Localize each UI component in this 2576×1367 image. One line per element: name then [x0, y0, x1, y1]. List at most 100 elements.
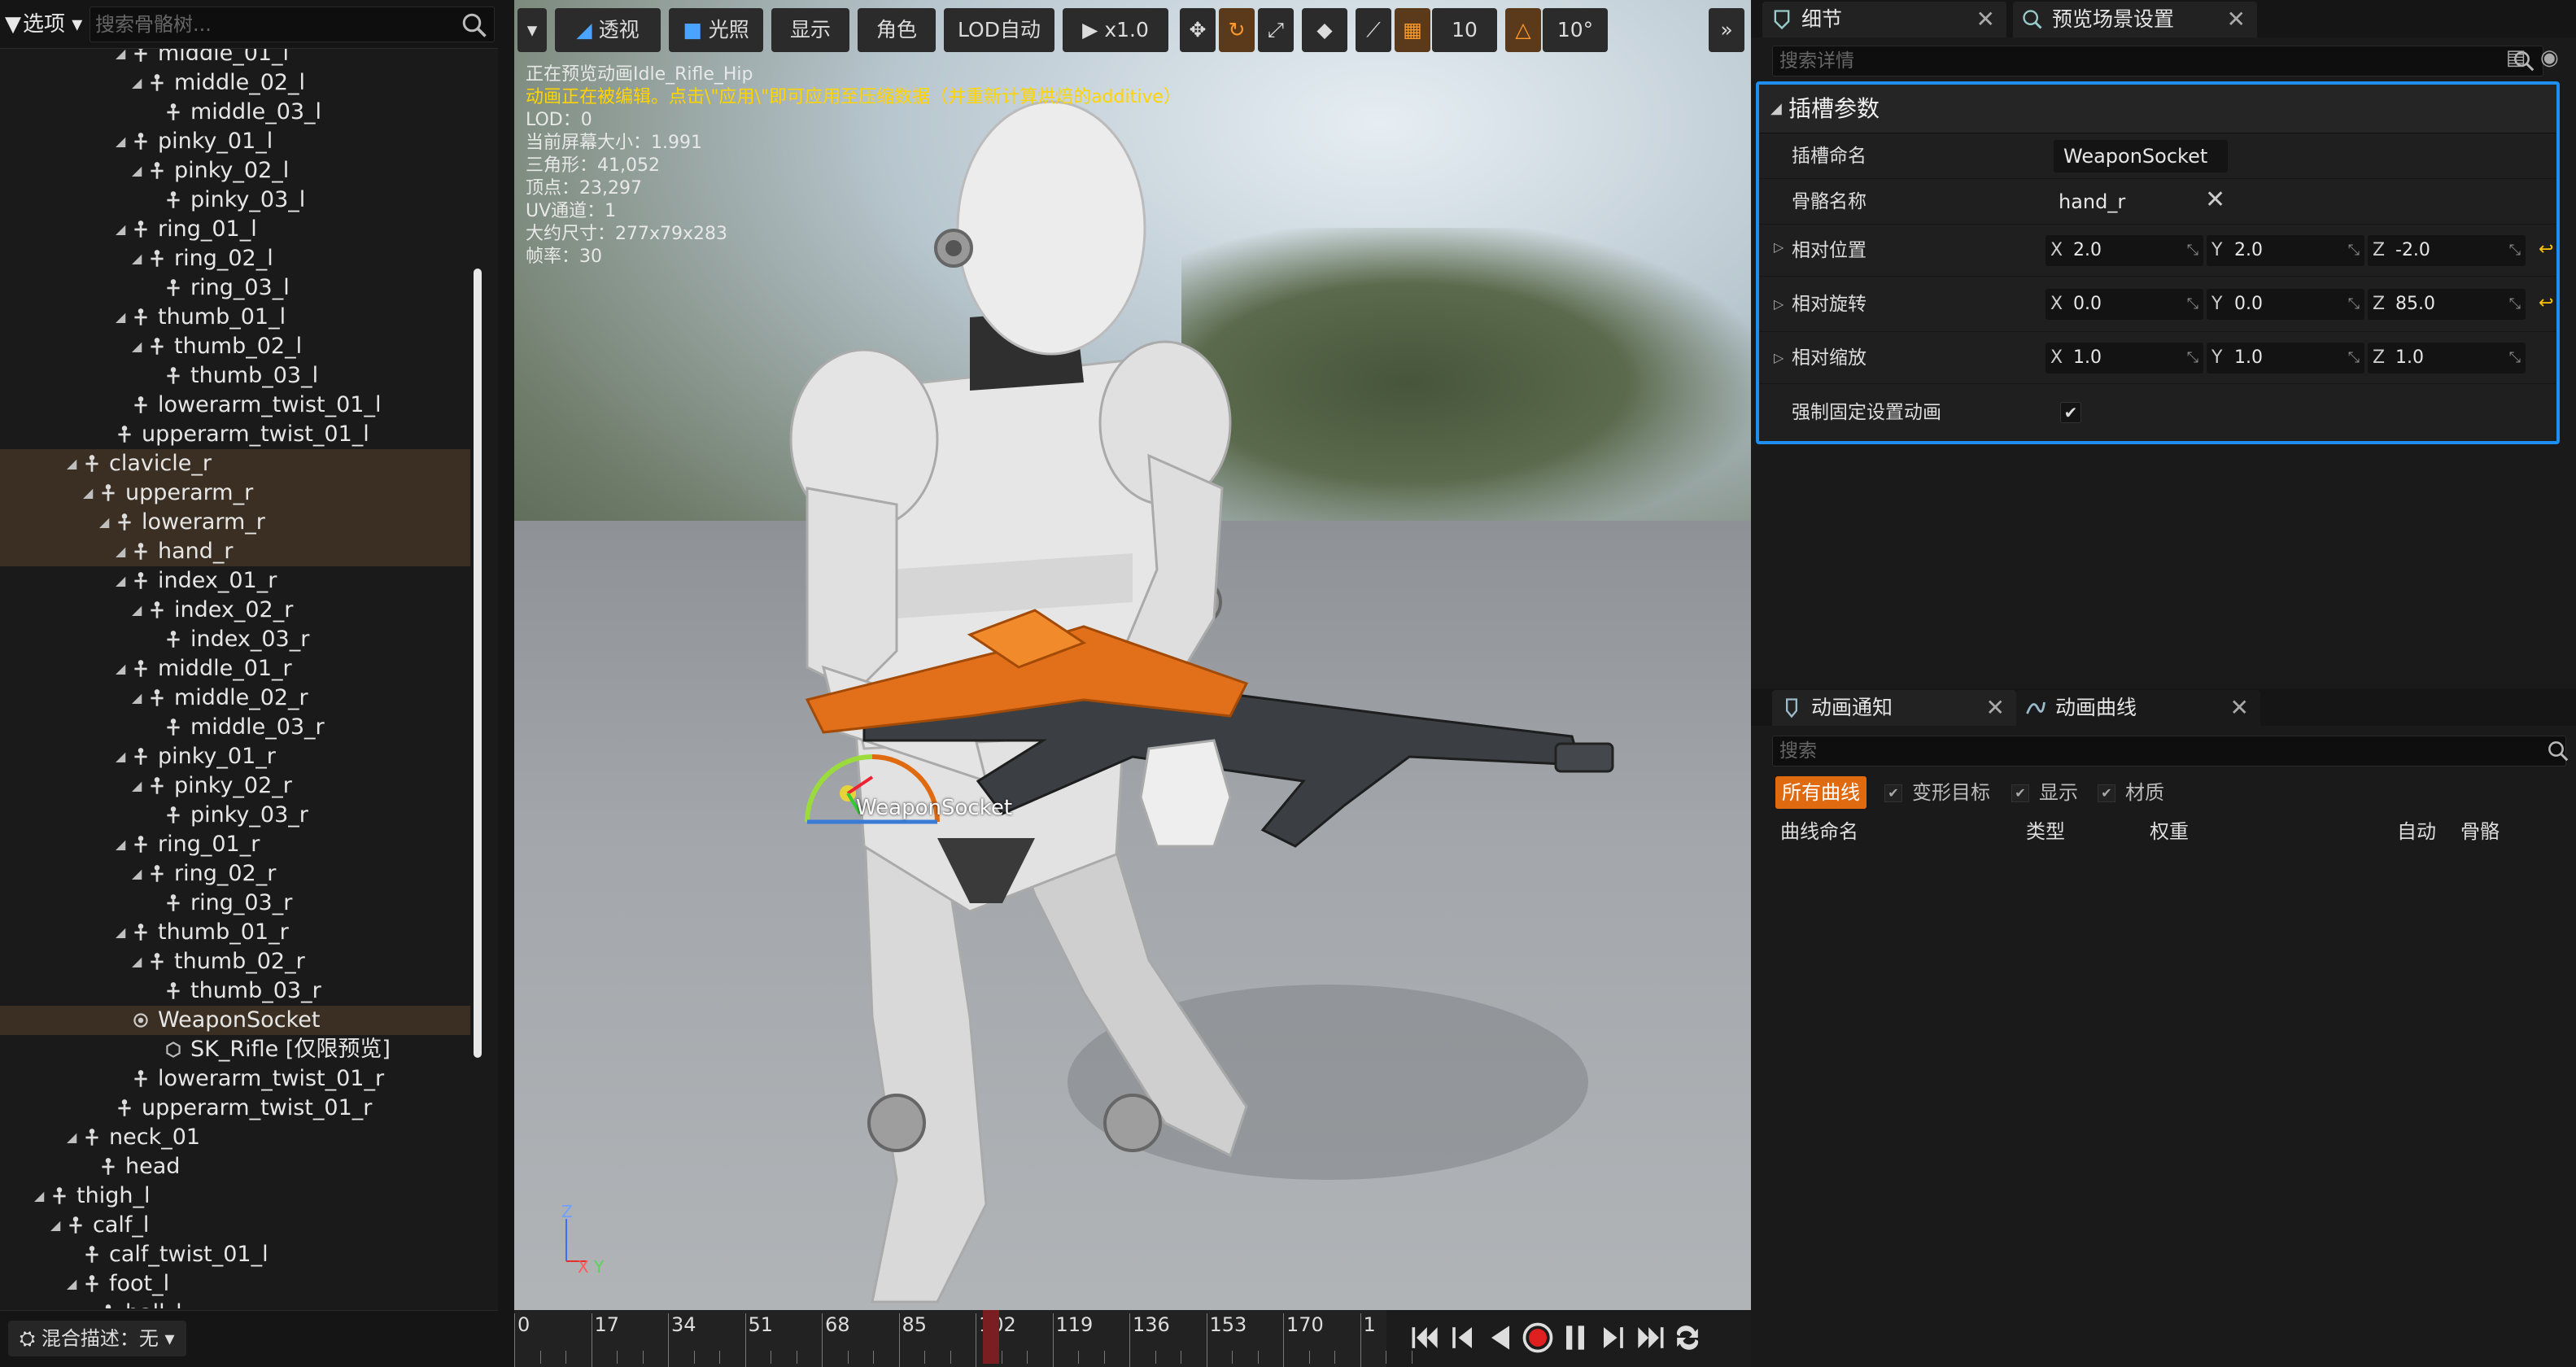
viewport-menu-button[interactable]: ▾: [517, 8, 547, 52]
character-button[interactable]: 角色: [858, 8, 936, 52]
morph-target-filter[interactable]: ✔ 变形目标: [1884, 778, 1990, 807]
viewport[interactable]: WeaponSocket ▾ ◢ 透视 ■ 光照 显示 角色 LOD自动 ▶ x…: [514, 0, 1751, 1310]
tree-row[interactable]: pinky_03_r: [0, 801, 470, 830]
tree-row[interactable]: ◢ ring_02_l: [0, 244, 470, 273]
col-auto[interactable]: 自动: [2397, 817, 2436, 846]
expand-arrow-icon[interactable]: ◢: [132, 859, 146, 889]
expand-arrow-icon[interactable]: ◢: [132, 332, 146, 361]
expand-arrow-icon[interactable]: ◢: [116, 303, 130, 332]
expand-arrow-icon[interactable]: ◢: [132, 244, 146, 273]
show-filter[interactable]: ✔ 显示: [2011, 778, 2078, 807]
expand-arrow-icon[interactable]: ◢: [116, 566, 130, 596]
expand-arrow-icon[interactable]: ◢: [132, 596, 146, 625]
translate-tool[interactable]: ✥: [1180, 8, 1216, 52]
step-forward-icon[interactable]: [1595, 1320, 1631, 1356]
tree-row[interactable]: ◢ hand_r: [0, 537, 470, 566]
tree-row[interactable]: ◢ foot_l: [0, 1269, 470, 1299]
tree-row[interactable]: middle_03_r: [0, 713, 470, 742]
tab-preview-scene[interactable]: 预览场景设置 ✕: [2013, 2, 2257, 37]
tree-row[interactable]: ball_l: [0, 1299, 470, 1308]
col-bone[interactable]: 骨骼: [2460, 817, 2500, 846]
reset-rotation-icon[interactable]: ↩: [2539, 293, 2553, 313]
timeline-playhead[interactable]: [983, 1310, 999, 1364]
tree-row[interactable]: ◢ pinky_01_r: [0, 742, 470, 771]
expand-arrow-icon[interactable]: ◢: [116, 742, 130, 771]
expand-arrow-icon[interactable]: ◢: [67, 449, 81, 478]
expand-arrow-icon[interactable]: ◢: [67, 1269, 81, 1299]
tree-row[interactable]: ◢ pinky_02_r: [0, 771, 470, 801]
tree-row[interactable]: ◢ index_01_r: [0, 566, 470, 596]
rotation-x-field[interactable]: X 0.0 ⤡: [2046, 289, 2203, 320]
lod-button[interactable]: LOD自动: [944, 8, 1054, 52]
tree-row[interactable]: ◢ pinky_02_l: [0, 156, 470, 186]
expand-arrow-icon[interactable]: ◢: [83, 478, 98, 508]
close-icon[interactable]: ✕: [1986, 690, 2005, 726]
tree-row[interactable]: ◢ ring_01_r: [0, 830, 470, 859]
all-curves-filter[interactable]: 所有曲线: [1775, 776, 1867, 809]
tree-row[interactable]: ◢ middle_01_r: [0, 654, 470, 684]
expand-arrow-icon[interactable]: ◢: [132, 68, 146, 98]
tree-row[interactable]: pinky_03_l: [0, 186, 470, 215]
angle-snap-toggle[interactable]: △: [1505, 8, 1541, 52]
material-filter[interactable]: ✔ 材质: [2098, 778, 2164, 807]
location-z-field[interactable]: Z -2.0 ⤡: [2368, 235, 2526, 266]
tree-row[interactable]: ◢ lowerarm_r: [0, 508, 470, 537]
tree-row[interactable]: ◢ calf_l: [0, 1211, 470, 1240]
col-type[interactable]: 类型: [2026, 817, 2065, 846]
timeline-ruler[interactable]: 017345168851021191361531701: [514, 1310, 1412, 1367]
close-icon[interactable]: ✕: [2227, 2, 2246, 37]
expand-arrow-icon[interactable]: ◢: [34, 1181, 49, 1211]
tree-row[interactable]: head: [0, 1152, 470, 1181]
curves-search-input[interactable]: [1778, 736, 2478, 766]
tree-row[interactable]: lowerarm_twist_01_r: [0, 1064, 470, 1094]
rotate-tool[interactable]: ↻: [1219, 8, 1255, 52]
tab-details[interactable]: 细节 ✕: [1762, 2, 2006, 37]
expand-arrow-icon[interactable]: ◢: [116, 537, 130, 566]
col-curve-name[interactable]: 曲线命名: [1780, 817, 1858, 846]
tree-row[interactable]: thumb_03_r: [0, 976, 470, 1006]
scale-tool[interactable]: ⤢: [1258, 8, 1294, 52]
eye-icon[interactable]: ◉: [2540, 46, 2573, 78]
loop-icon[interactable]: [1670, 1320, 1705, 1356]
record-icon[interactable]: [1520, 1320, 1556, 1356]
skip-to-start-icon[interactable]: [1408, 1320, 1443, 1356]
toolbar-overflow-button[interactable]: »: [1709, 8, 1744, 52]
step-back-icon[interactable]: [1445, 1320, 1481, 1356]
tree-row[interactable]: thumb_03_l: [0, 361, 470, 391]
tree-row[interactable]: ◢ upperarm_r: [0, 478, 470, 508]
tree-row[interactable]: middle_03_l: [0, 98, 470, 127]
location-y-field[interactable]: Y 2.0 ⤡: [2207, 235, 2364, 266]
perspective-button[interactable]: ◢ 透视: [555, 8, 661, 52]
search-icon[interactable]: [2546, 739, 2570, 763]
tab-anim-curves[interactable]: 动画曲线 ✕: [2016, 690, 2260, 726]
expand-arrow-icon[interactable]: ◢: [67, 1123, 81, 1152]
skip-to-end-icon[interactable]: [1632, 1320, 1668, 1356]
expand-arrow-icon[interactable]: ◢: [116, 49, 130, 68]
close-icon[interactable]: ✕: [2230, 690, 2249, 726]
expand-arrow-icon[interactable]: ◢: [116, 654, 130, 684]
expand-arrow-icon[interactable]: ◢: [132, 684, 146, 713]
tree-row[interactable]: index_03_r: [0, 625, 470, 654]
tree-row[interactable]: ◢ thigh_l: [0, 1181, 470, 1211]
close-icon[interactable]: ✕: [1976, 2, 1995, 37]
tree-row[interactable]: ◢ pinky_01_l: [0, 127, 470, 156]
tree-row[interactable]: lowerarm_twist_01_l: [0, 391, 470, 420]
expand-arrow-icon[interactable]: ◢: [132, 947, 146, 976]
tree-scrollbar-thumb[interactable]: [474, 269, 482, 1058]
tree-row[interactable]: ◢ neck_01: [0, 1123, 470, 1152]
lighting-button[interactable]: ■ 光照: [669, 8, 763, 52]
pause-icon[interactable]: [1557, 1320, 1593, 1356]
expand-arrow-icon[interactable]: ◢: [132, 771, 146, 801]
tree-row[interactable]: ◢ thumb_02_l: [0, 332, 470, 361]
scale-y-field[interactable]: Y 1.0 ⤡: [2207, 343, 2364, 373]
tree-row[interactable]: ring_03_r: [0, 889, 470, 918]
col-weight[interactable]: 权重: [2150, 817, 2189, 846]
expand-arrow-icon[interactable]: ◢: [116, 830, 130, 859]
expand-arrow-icon[interactable]: ◢: [132, 156, 146, 186]
reset-location-icon[interactable]: ↩: [2539, 239, 2553, 260]
search-icon[interactable]: [460, 11, 489, 40]
angle-snap-value[interactable]: 10°: [1543, 8, 1608, 52]
tree-row[interactable]: WeaponSocket: [0, 1006, 470, 1035]
show-button[interactable]: 显示: [771, 8, 849, 52]
expand-arrow-icon[interactable]: ◢: [99, 508, 114, 537]
